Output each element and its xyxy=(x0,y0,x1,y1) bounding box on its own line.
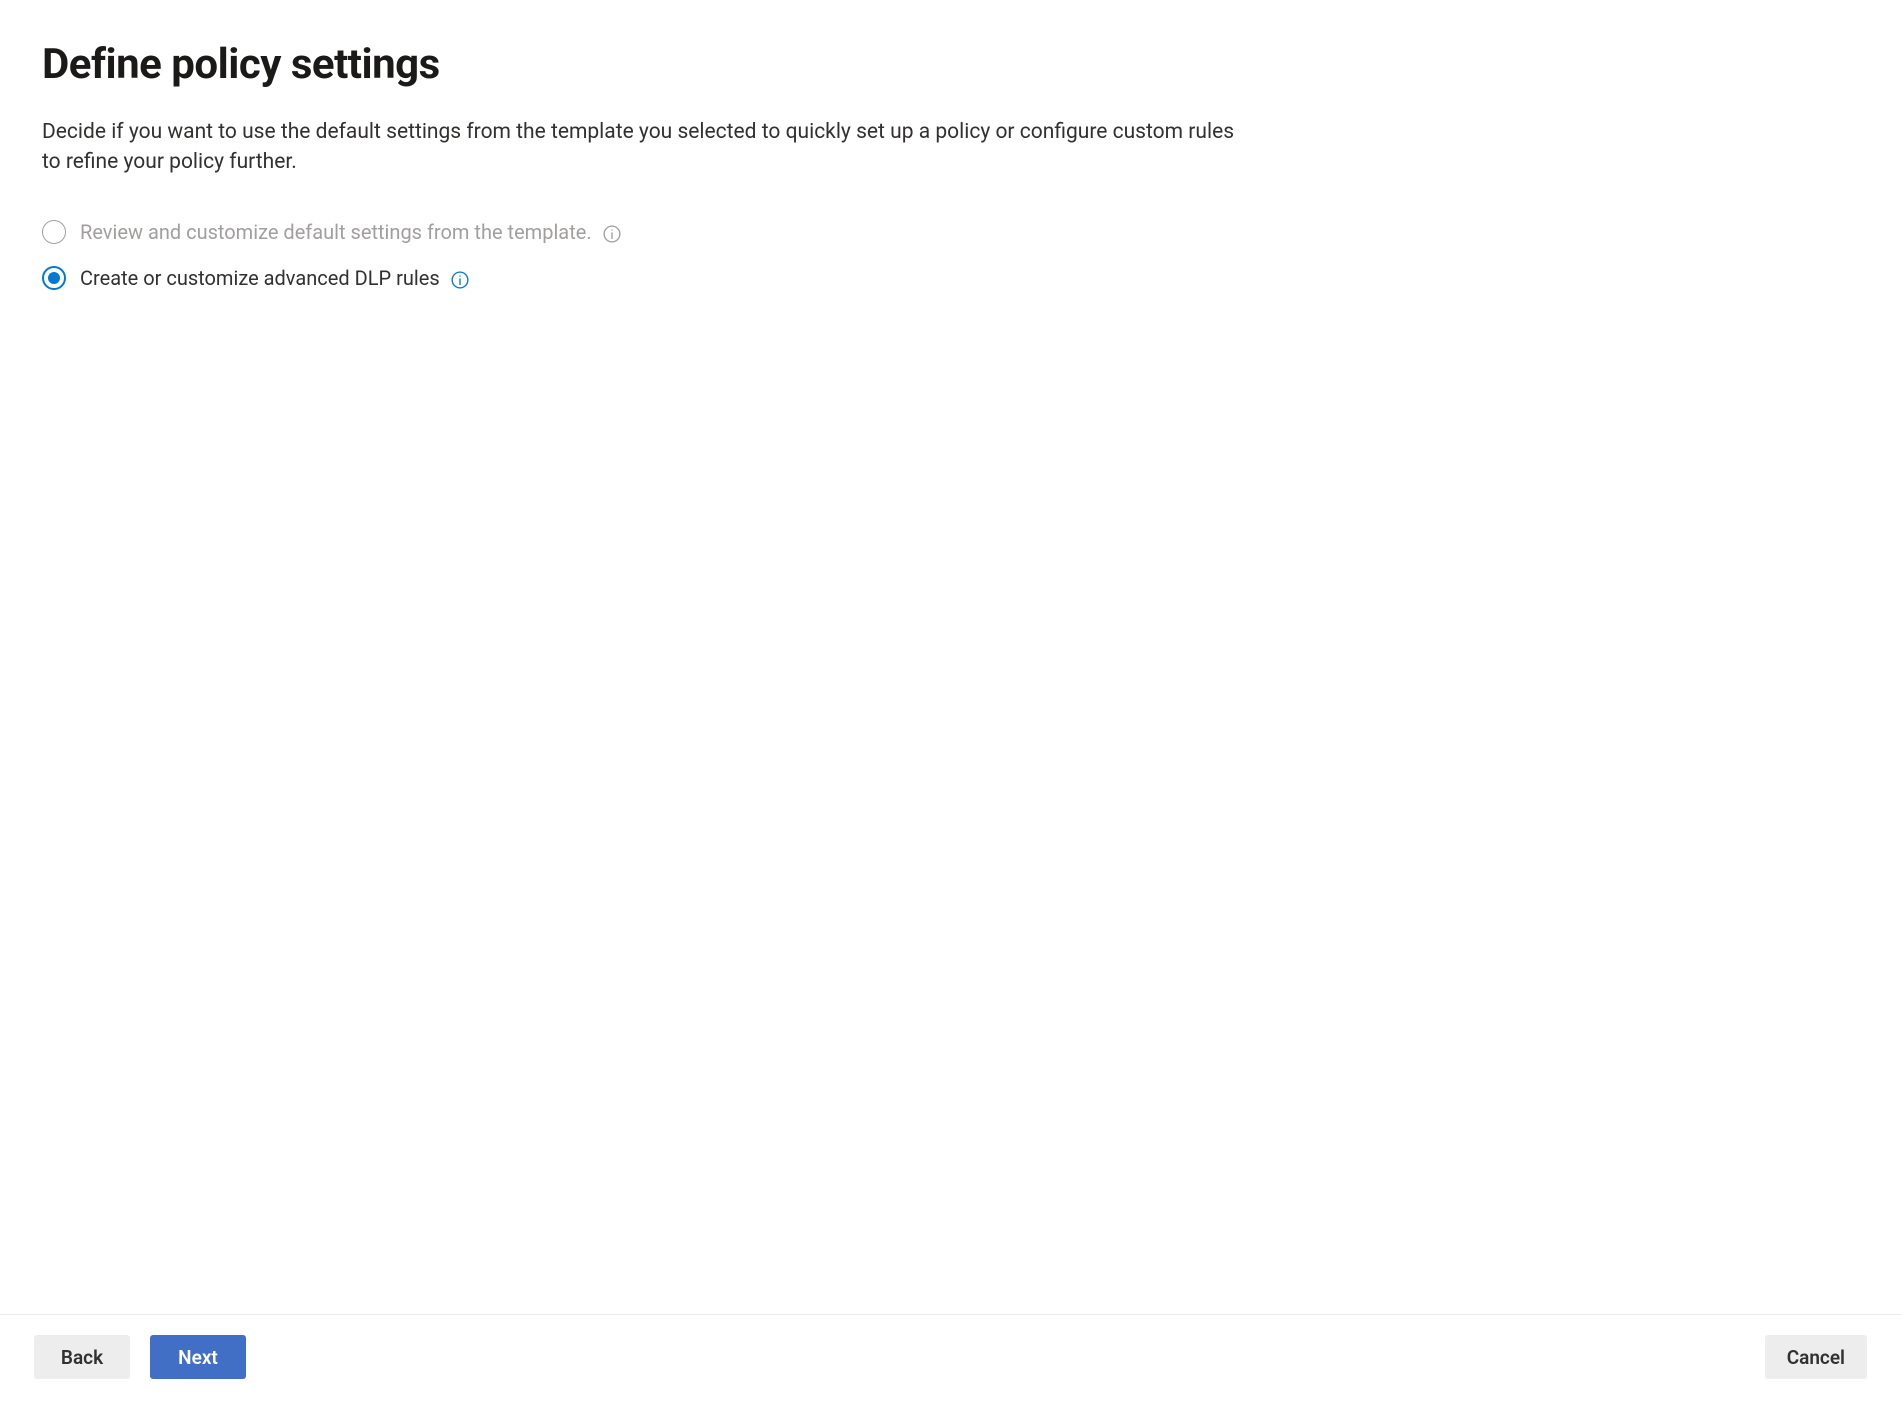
info-icon[interactable] xyxy=(603,225,621,243)
option-advanced-rules[interactable]: Create or customize advanced DLP rules xyxy=(42,266,1859,290)
cancel-button[interactable]: Cancel xyxy=(1765,1335,1867,1379)
back-button[interactable]: Back xyxy=(34,1335,130,1379)
info-icon[interactable] xyxy=(451,271,469,289)
option-advanced-rules-text: Create or customize advanced DLP rules xyxy=(80,266,440,290)
wizard-step-content: Define policy settings Decide if you wan… xyxy=(0,0,1901,1314)
option-default-template: Review and customize default settings fr… xyxy=(42,220,1859,244)
radio-advanced-rules[interactable] xyxy=(42,266,66,290)
page-title: Define policy settings xyxy=(42,40,1859,89)
wizard-footer: Back Next Cancel xyxy=(0,1314,1901,1403)
next-button[interactable]: Next xyxy=(150,1335,246,1379)
radio-dot-icon xyxy=(48,272,60,284)
option-default-template-label: Review and customize default settings fr… xyxy=(80,220,621,244)
option-advanced-rules-label: Create or customize advanced DLP rules xyxy=(80,266,469,290)
option-default-template-text: Review and customize default settings fr… xyxy=(80,220,592,244)
page-description: Decide if you want to use the default se… xyxy=(42,117,1242,178)
radio-default-template xyxy=(42,220,66,244)
policy-settings-radio-group: Review and customize default settings fr… xyxy=(42,220,1859,290)
